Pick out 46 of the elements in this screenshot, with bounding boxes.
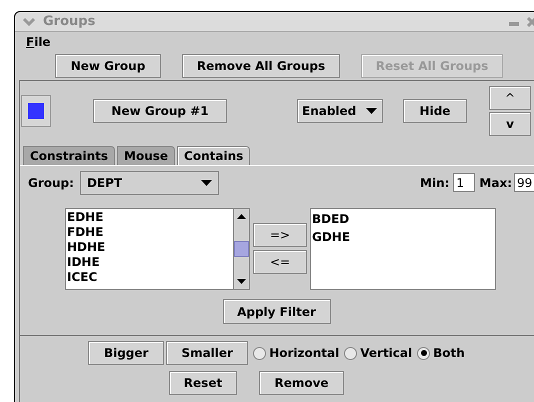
tab[interactable]: Contains (177, 146, 250, 165)
radio-label: Horizontal (269, 345, 340, 362)
group-label: Group: (28, 174, 74, 192)
list-item[interactable]: HDHE (67, 240, 233, 255)
action-button[interactable]: Remove (259, 371, 344, 395)
min-field[interactable]: 1 (453, 173, 476, 192)
close-icon[interactable] (527, 16, 534, 26)
add-button[interactable]: => (253, 223, 307, 247)
tab[interactable]: Constraints (23, 146, 116, 165)
status-dropdown[interactable]: Enabled (297, 99, 383, 123)
group-combo-box[interactable]: DEPT (80, 170, 219, 194)
dropdown-arrow-icon (200, 180, 212, 186)
action-button[interactable]: Reset (169, 371, 237, 395)
dropdown-arrow-icon (366, 108, 378, 114)
max-field[interactable]: 99 (514, 173, 534, 192)
scrollbar-thumb[interactable] (234, 241, 249, 257)
group-name-button[interactable]: New Group #1 (93, 99, 227, 123)
toolbar-button[interactable]: Remove All Groups (182, 54, 340, 78)
chevron-down-icon[interactable] (23, 16, 35, 26)
list-item[interactable]: IDHE (67, 255, 233, 270)
radio-button[interactable] (344, 346, 358, 360)
list-item[interactable]: BDED (312, 210, 495, 228)
toolbar-button[interactable]: New Group (55, 54, 161, 78)
list-item[interactable]: EDHE (67, 210, 233, 225)
hide-button[interactable]: Hide (403, 99, 467, 123)
radio-button[interactable] (417, 346, 430, 360)
tab[interactable]: Mouse (117, 146, 176, 165)
minimize-icon[interactable] (509, 22, 519, 26)
radio-label: Both (433, 345, 465, 362)
radio-button[interactable] (253, 346, 266, 360)
apply-filter-button[interactable]: Apply Filter (222, 299, 330, 324)
size-button[interactable]: Bigger (88, 341, 164, 365)
color-swatch-button[interactable] (21, 95, 51, 127)
scrollbar[interactable] (233, 209, 249, 289)
menu-item[interactable]: File (26, 33, 51, 51)
list-item[interactable]: FDHE (67, 225, 233, 240)
radio-label: Vertical (360, 345, 412, 362)
move-down-button[interactable]: v (489, 112, 531, 136)
size-button[interactable]: Smaller (166, 341, 248, 365)
list-item[interactable]: ICEC (67, 270, 233, 285)
window-title: Groups (43, 12, 96, 31)
remove-button[interactable]: <= (253, 250, 307, 274)
list-item[interactable]: GDHE (312, 228, 495, 246)
max-label: Max: (479, 174, 512, 192)
move-up-button[interactable]: ^ (489, 86, 531, 110)
min-label: Min: (420, 174, 450, 192)
